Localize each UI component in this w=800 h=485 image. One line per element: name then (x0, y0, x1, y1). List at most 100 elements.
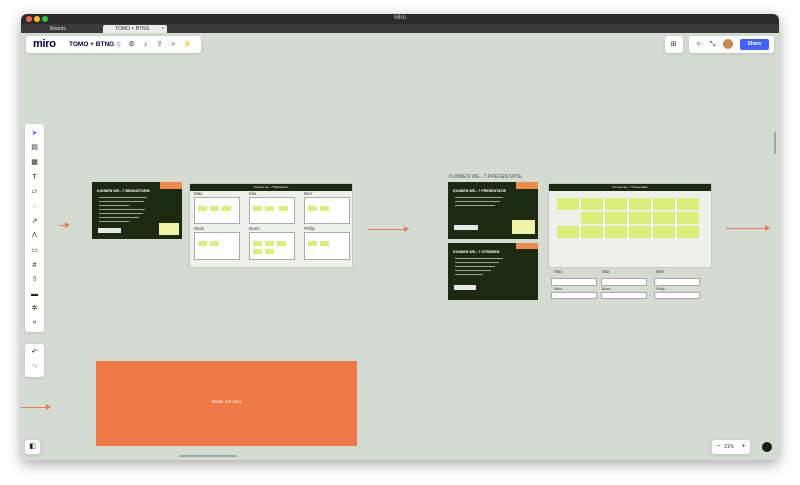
sticky-note[interactable] (210, 241, 219, 246)
connector-icon[interactable]: ↗ (30, 217, 39, 226)
text-tool-icon[interactable]: T (30, 173, 39, 182)
presentatie-frame[interactable]: Kunnen we...? Presentatie (548, 183, 712, 268)
table-icon[interactable]: ▦ (30, 158, 39, 167)
comment-icon[interactable]: ▭ (30, 246, 39, 255)
sticky-note[interactable] (253, 206, 262, 211)
vertical-scrollbar[interactable] (774, 132, 776, 154)
tab-bar: Boards TOMO + BTNG × (21, 24, 779, 33)
sticky-note[interactable] (581, 226, 603, 238)
sticky-note[interactable] (605, 212, 627, 224)
sticky-note[interactable] (253, 249, 262, 254)
card-button[interactable] (98, 228, 121, 233)
upload-tool-icon[interactable]: ⇧ (30, 275, 39, 284)
sticky-note[interactable] (581, 198, 603, 210)
sticky-note[interactable] (605, 226, 627, 238)
stemmen-card[interactable]: KUNNEN WE...? STEMMEN (448, 243, 538, 300)
sticky-note[interactable] (677, 198, 699, 210)
sticky-note[interactable] (653, 198, 675, 210)
reactions-icon[interactable]: ✧ (694, 40, 703, 49)
search-icon[interactable]: ⌕ (169, 40, 178, 49)
sticky-note[interactable] (308, 206, 317, 211)
miro-logo[interactable]: miro (33, 38, 56, 50)
sticky-note-icon[interactable]: ▱ (30, 187, 39, 196)
name-box[interactable] (654, 292, 700, 299)
sticky-note[interactable] (605, 198, 627, 210)
sticky-note[interactable] (677, 212, 699, 224)
close-icon[interactable]: × (161, 25, 164, 33)
sticky-note[interactable] (320, 241, 329, 246)
presentatie-frame-header: Kunnen we...? Presentatie (549, 184, 711, 191)
gear-icon[interactable]: ⚙ (127, 40, 136, 49)
sticky-note[interactable] (198, 241, 207, 246)
integrations-icon[interactable]: ✲ (30, 304, 39, 313)
presentatie-card[interactable]: KUNNEN WE...? PRESENTATIE (448, 182, 538, 239)
text-line (99, 209, 145, 210)
sticky-note[interactable] (308, 241, 317, 246)
brainstorm-card[interactable]: KUNNEN WE...? BRAINSTORM (92, 182, 182, 239)
horizontal-scrollbar[interactable] (179, 455, 237, 457)
text-line (99, 221, 129, 222)
sticky-note[interactable] (265, 206, 274, 211)
share-button[interactable]: Share (740, 39, 769, 50)
name-box[interactable] (551, 278, 597, 286)
arrow-head (46, 404, 51, 410)
sticky-note[interactable] (653, 226, 675, 238)
sticky-note[interactable] (210, 206, 219, 211)
more-tools-icon[interactable]: » (30, 318, 39, 327)
name-label: Bram (602, 287, 611, 291)
arrow-head (65, 222, 70, 228)
shapes-icon[interactable]: ◌ (30, 202, 39, 211)
connector-arrow[interactable] (726, 228, 768, 229)
sticky-note[interactable] (629, 212, 651, 224)
brainstorm-frame-header: Kunnen we...? Brainstorm (190, 184, 352, 191)
cursor-off-icon[interactable]: ⤡ (708, 40, 717, 49)
name-box[interactable] (601, 278, 647, 286)
frame-icon[interactable]: # (30, 261, 39, 270)
sticky-note[interactable] (253, 241, 262, 246)
arrow-head (404, 226, 409, 232)
sticky-note[interactable] (279, 206, 288, 211)
zoom-out-button[interactable]: − (714, 442, 723, 451)
templates-icon[interactable]: ▤ (30, 143, 39, 152)
pen-icon[interactable]: Λ (30, 231, 39, 240)
name-box[interactable] (551, 292, 597, 299)
sticky-note[interactable] (581, 212, 603, 224)
sticky-note[interactable] (222, 206, 231, 211)
embed-icon[interactable]: ▬ (30, 290, 39, 299)
sticky-note[interactable] (557, 226, 579, 238)
help-icon[interactable] (762, 442, 772, 452)
sticky-note[interactable] (629, 226, 651, 238)
sticky-note[interactable] (265, 249, 274, 254)
redo-icon[interactable]: ↷ (30, 363, 39, 372)
sticky-note[interactable] (653, 212, 675, 224)
connector-arrow[interactable] (21, 407, 47, 408)
card-button[interactable] (454, 225, 478, 230)
sticky-note[interactable] (320, 206, 329, 211)
star-icon[interactable]: ☆ (114, 40, 123, 49)
card-button[interactable] (454, 285, 476, 290)
bell-icon[interactable]: ♪ (141, 40, 150, 49)
name-box[interactable] (654, 278, 700, 286)
grid-apps-icon[interactable]: ⊞ (669, 40, 678, 49)
connector-arrow[interactable] (368, 229, 406, 230)
sticky-note[interactable] (629, 198, 651, 210)
undo-icon[interactable]: ↶ (30, 348, 39, 357)
zoom-level[interactable]: 31% (724, 444, 734, 450)
tab-boards[interactable]: Boards (38, 25, 98, 33)
avatar[interactable] (723, 39, 733, 49)
sidebar-toggle-icon[interactable]: ◧ (28, 442, 37, 451)
sticky-note[interactable] (557, 198, 579, 210)
brainstorm-frame[interactable]: Kunnen we...? Brainstorm Max Mia Berr Ni… (189, 183, 353, 268)
magic-icon[interactable]: ⚡ (183, 40, 192, 49)
board-name[interactable]: TOMO + BTNG (69, 41, 114, 48)
zoom-in-button[interactable]: + (739, 442, 748, 451)
upload-icon[interactable]: ⇪ (155, 40, 164, 49)
name-box[interactable] (601, 292, 647, 299)
break-block[interactable]: Break (15 min) (96, 361, 357, 446)
sticky-note[interactable] (198, 206, 207, 211)
sticky-note[interactable] (677, 226, 699, 238)
sticky-note[interactable] (265, 241, 274, 246)
sticky-note[interactable] (277, 241, 286, 246)
tab-board[interactable]: TOMO + BTNG × (103, 25, 167, 33)
select-tool-icon[interactable]: ➤ (30, 129, 39, 138)
